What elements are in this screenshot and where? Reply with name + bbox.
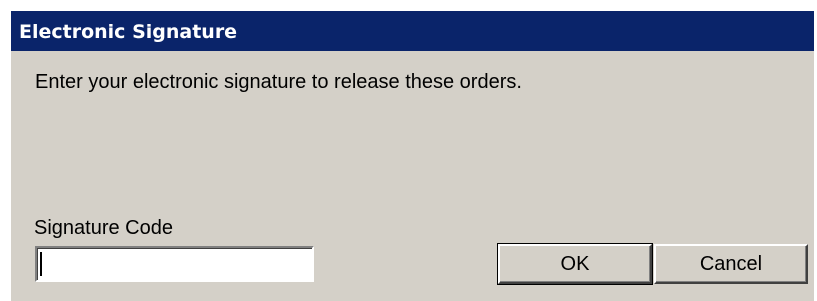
signature-code-input[interactable]: [35, 246, 314, 282]
signature-code-label: Signature Code: [34, 217, 173, 239]
cancel-button[interactable]: Cancel: [654, 244, 808, 284]
dialog-message: Enter your electronic signature to relea…: [35, 71, 522, 93]
ok-button[interactable]: OK: [497, 243, 653, 285]
text-caret: [40, 252, 42, 276]
electronic-signature-dialog: Electronic Signature Enter your electron…: [10, 10, 814, 301]
dialog-title: Electronic Signature: [11, 11, 814, 51]
